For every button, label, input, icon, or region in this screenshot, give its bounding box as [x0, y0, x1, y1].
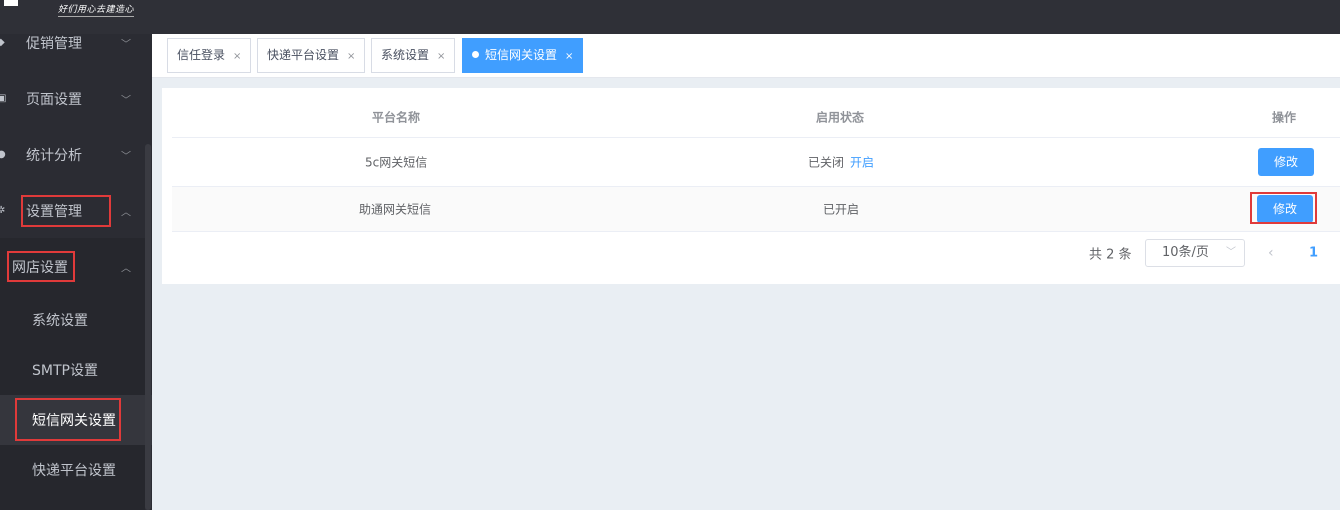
sidebar-group-label: 网店设置: [12, 260, 68, 276]
close-icon[interactable]: ×: [437, 51, 445, 62]
column-header-name: 平台名称: [372, 110, 421, 124]
chart-icon: ●: [0, 149, 6, 160]
total-count: 共 2 条: [1089, 247, 1132, 263]
table-row: 5c网关短信 已关闭 开启 修改: [172, 138, 1340, 187]
sidebar-item-label: 页面设置: [26, 92, 82, 108]
tab-label: 快递平台设置: [267, 48, 340, 62]
edit-button[interactable]: 修改: [1258, 148, 1314, 176]
sidebar-item-label: 快递平台设置: [32, 463, 116, 479]
tab-label: 信任登录: [177, 48, 226, 62]
tab-label: 系统设置: [381, 48, 430, 62]
sidebar-item-label: SMTP设置: [32, 363, 98, 379]
table-header: 平台名称 启用状态 操作: [172, 96, 1340, 138]
chevron-down-icon: ﹀: [121, 95, 131, 107]
chevron-up-icon: ︿: [121, 263, 131, 275]
edit-button[interactable]: 修改: [1257, 195, 1313, 223]
sidebar: ◆ 促销管理 ﹀ ▣ 页面设置 ﹀ ● 统计分析 ﹀ ✲ 设置管理 ︿ 网店设置…: [0, 34, 152, 510]
sidebar-item-settings[interactable]: ✲ 设置管理 ︿: [0, 183, 145, 239]
prev-page-button[interactable]: ‹: [1268, 245, 1274, 261]
pagination: 共 2 条 10条/页 ﹀ ‹ 1: [162, 238, 1340, 268]
sidebar-item-express-platform[interactable]: 快递平台设置: [0, 445, 145, 495]
sidebar-scrollbar[interactable]: [145, 144, 151, 510]
status-cell: 已关闭 开启: [808, 154, 874, 171]
sidebar-item-label: 系统设置: [32, 313, 88, 329]
sidebar-item-sms-gateway[interactable]: 短信网关设置: [0, 395, 152, 445]
sidebar-group-shop-settings[interactable]: 网店设置 ︿: [0, 239, 145, 295]
gear-icon: ✲: [0, 205, 6, 216]
table-row: 助通网关短信 已开启 修改: [172, 187, 1340, 232]
page-size-select[interactable]: 10条/页 ﹀: [1145, 239, 1245, 267]
sidebar-item-pages[interactable]: ▣ 页面设置 ﹀: [0, 71, 145, 127]
enable-link[interactable]: 开启: [850, 156, 874, 170]
chevron-down-icon: ﹀: [1226, 247, 1236, 258]
tab-sms-gateway[interactable]: 短信网关设置 ×: [462, 38, 584, 73]
platform-name: 5c网关短信: [365, 155, 428, 170]
sidebar-item-smtp-settings[interactable]: SMTP设置: [0, 345, 145, 395]
chevron-up-icon: ︿: [121, 207, 131, 219]
top-bar: 好们用心去建造心: [0, 0, 1340, 34]
tab-express-platform[interactable]: 快递平台设置 ×: [257, 38, 366, 73]
platform-name: 助通网关短信: [359, 202, 432, 217]
chevron-down-icon: ﹀: [121, 151, 131, 163]
close-icon[interactable]: ×: [233, 51, 241, 62]
content-panel: 平台名称 启用状态 操作 5c网关短信 已关闭 开启 修改 助通网关短信 已开启 …: [162, 88, 1340, 284]
active-dot-icon: [472, 51, 479, 58]
close-icon[interactable]: ×: [565, 51, 573, 62]
tab-trusted-login[interactable]: 信任登录 ×: [167, 38, 252, 73]
status-text: 已关闭: [808, 155, 845, 170]
sidebar-item-label: 设置管理: [26, 204, 82, 220]
logo-tagline: 好们用心去建造心: [58, 2, 135, 17]
column-header-status: 启用状态: [816, 110, 865, 124]
sidebar-item-label: 促销管理: [26, 36, 82, 52]
close-icon[interactable]: ×: [347, 51, 355, 62]
logo-icon: [4, 0, 18, 6]
page-icon: ▣: [0, 93, 7, 104]
status-text: 已开启: [823, 202, 860, 217]
sidebar-item-analytics[interactable]: ● 统计分析 ﹀: [0, 127, 145, 183]
page-size-value: 10条/页: [1162, 245, 1209, 260]
tab-system-settings[interactable]: 系统设置 ×: [371, 38, 456, 73]
tab-bar: 信任登录 × 快递平台设置 × 系统设置 × 短信网关设置 ×: [152, 34, 1340, 78]
page-number[interactable]: 1: [1309, 246, 1318, 261]
sidebar-item-system-settings[interactable]: 系统设置: [0, 295, 145, 345]
column-header-action: 操作: [1272, 110, 1297, 124]
sidebar-item-label: 短信网关设置: [32, 413, 116, 429]
chevron-down-icon: ﹀: [121, 39, 131, 51]
sidebar-item-label: 统计分析: [26, 148, 82, 164]
tab-label: 短信网关设置: [485, 48, 558, 62]
tag-icon: ◆: [0, 37, 5, 48]
sidebar-item-promotion[interactable]: ◆ 促销管理 ﹀: [0, 34, 145, 71]
